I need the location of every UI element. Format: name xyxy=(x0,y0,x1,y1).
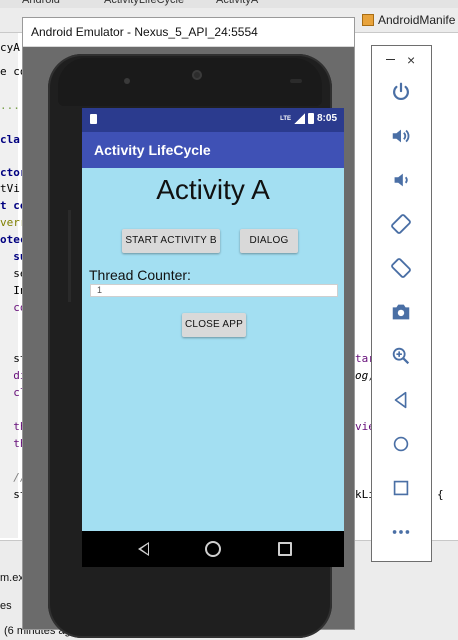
ide-tab-activitya[interactable]: ActivityA xyxy=(216,0,258,8)
nav-back-icon[interactable] xyxy=(138,542,149,556)
emulator-window: Android Emulator - Nexus_5_API_24:5554 L… xyxy=(22,17,355,638)
back-icon[interactable] xyxy=(389,388,413,412)
nav-recent-icon[interactable] xyxy=(278,542,292,556)
activity-title: Activity A xyxy=(156,174,270,205)
volume-up-icon[interactable] xyxy=(389,124,413,148)
status-right: LTE 8:05 xyxy=(280,113,337,124)
overview-icon[interactable] xyxy=(389,476,413,500)
network-type: LTE xyxy=(280,115,291,122)
code-line: cyA xyxy=(0,41,20,54)
zoom-icon[interactable] xyxy=(389,344,413,368)
speaker-icon xyxy=(192,70,202,80)
ide-tab-android[interactable]: Android xyxy=(22,0,60,8)
code-line-right: { xyxy=(437,488,444,501)
rotate-right-icon[interactable] xyxy=(389,256,413,280)
phone-frame: LTE 8:05 Activity LifeCycle Activity A S… xyxy=(48,54,344,638)
emulator-titlebar[interactable]: Android Emulator - Nexus_5_API_24:5554 xyxy=(23,18,354,47)
status-bar: LTE 8:05 xyxy=(82,108,344,132)
code-line: cla xyxy=(0,133,20,146)
sd-card-icon xyxy=(90,114,97,124)
close-button[interactable]: × xyxy=(407,53,415,67)
ide-tab-manifest[interactable]: AndroidManife xyxy=(362,11,455,29)
app-bar: Activity LifeCycle xyxy=(82,132,344,168)
minimize-button[interactable] xyxy=(386,55,395,64)
thread-counter-field: 1 xyxy=(90,284,338,297)
front-camera-icon xyxy=(124,78,130,84)
side-button xyxy=(68,210,71,302)
dialog-button[interactable]: DIALOG xyxy=(240,229,298,253)
battery-icon xyxy=(307,113,314,124)
phone-top-bezel xyxy=(58,58,322,106)
status-time: 8:05 xyxy=(316,113,337,124)
rotate-left-icon[interactable] xyxy=(389,212,413,236)
volume-down-icon[interactable] xyxy=(389,168,413,192)
xml-file-icon xyxy=(362,14,374,26)
emulator-title: Android Emulator - Nexus_5_API_24:5554 xyxy=(31,25,258,39)
device-screen[interactable]: LTE 8:05 Activity LifeCycle Activity A S… xyxy=(82,108,344,531)
code-line: ... xyxy=(0,99,20,112)
emulator-toolbar: × xyxy=(371,45,432,562)
power-icon[interactable] xyxy=(389,80,413,104)
bottom-panel-line: es xyxy=(0,600,12,612)
code-line: tVi xyxy=(0,182,20,195)
more-icon[interactable] xyxy=(389,520,413,544)
camera-icon[interactable] xyxy=(389,300,413,324)
signal-icon xyxy=(293,113,305,124)
ide-tab-activitylifecycle[interactable]: ActivityLifeCycle xyxy=(104,0,184,8)
sensor-icon xyxy=(290,79,302,83)
bottom-panel-line: m.ex xyxy=(0,572,24,584)
thread-counter-label: Thread Counter: xyxy=(89,267,191,283)
home-icon[interactable] xyxy=(389,432,413,456)
nav-home-icon[interactable] xyxy=(205,541,221,557)
close-app-button[interactable]: CLOSE APP xyxy=(182,313,246,337)
manifest-tab-label: AndroidManife xyxy=(378,13,456,27)
nav-bar xyxy=(82,531,344,567)
app-title: Activity LifeCycle xyxy=(94,142,211,158)
start-activity-b-button[interactable]: START ACTIVITY B xyxy=(122,229,220,253)
